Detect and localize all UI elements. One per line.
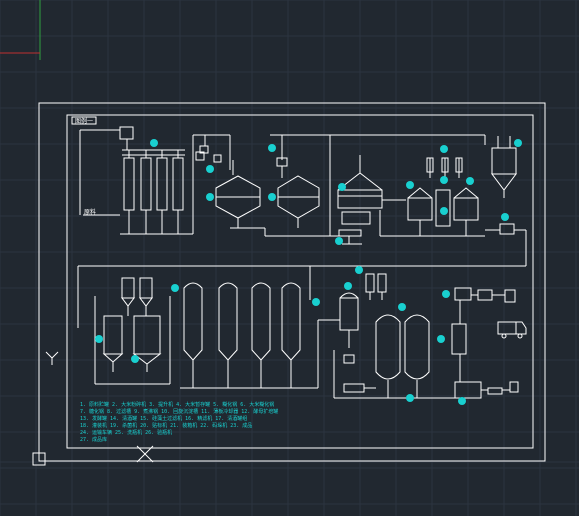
equipment-tag-marker bbox=[501, 213, 509, 221]
legend-line: 7. 糖化锅 8. 过滤槽 9. 煮沸锅 10. 回旋沉淀槽 11. 薄板冷却器… bbox=[80, 408, 278, 415]
equipment-tag-marker bbox=[344, 282, 352, 290]
equipment-tag-marker bbox=[171, 284, 179, 292]
equipment-tag-marker bbox=[406, 394, 414, 402]
equipment-tag-marker bbox=[206, 165, 214, 173]
equipment-tag-marker bbox=[440, 207, 448, 215]
legend-line: 18. 灌装机 19. 杀菌机 20. 贴标机 21. 装箱机 22. 码垛机 … bbox=[80, 422, 252, 429]
cooker-vessel-2 bbox=[277, 175, 320, 228]
plate-cooler bbox=[499, 223, 515, 235]
legend-line: 27. 成品库 bbox=[80, 436, 107, 443]
equipment-tag-marker bbox=[268, 144, 276, 152]
packaging-line bbox=[451, 287, 527, 399]
equipment-tag-marker bbox=[442, 290, 450, 298]
ucs-icon bbox=[45, 351, 59, 365]
diatomite-filter bbox=[339, 273, 387, 393]
cooker-vessel-1 bbox=[215, 175, 261, 228]
equipment-tag-marker bbox=[95, 335, 103, 343]
equipment-tags bbox=[95, 139, 522, 405]
equipment-tag-marker bbox=[268, 193, 276, 201]
equipment-tag-marker bbox=[406, 181, 414, 189]
equipment-tag-marker bbox=[150, 139, 158, 147]
equipment-tag-marker bbox=[398, 303, 406, 311]
equipment-tag-marker bbox=[335, 237, 343, 245]
equipment-legend: 1. 原料贮罐 2. 大米粉碎机 3. 提升机 4. 大米暂存罐 5. 糊化锅 … bbox=[80, 401, 278, 443]
equipment-tag-marker bbox=[355, 266, 363, 274]
cad-viewport[interactable]: 图例一 原料 1. 原料贮罐 2. 大米粉碎机 3. 提升机 4. 大米暂存罐 … bbox=[0, 0, 579, 516]
yeast-propagation-tanks bbox=[94, 277, 171, 385]
lower-process-section bbox=[94, 266, 527, 399]
elevator-box bbox=[119, 126, 134, 140]
equipment-tag-marker bbox=[466, 177, 474, 185]
equipment-tag-marker bbox=[206, 193, 214, 201]
equipment-tag-marker bbox=[338, 183, 346, 191]
equipment-tag-marker bbox=[440, 145, 448, 153]
equipment-tag-marker bbox=[440, 176, 448, 184]
legend-line: 13. 发酵罐 14. 清酒罐 15. 硅藻土过滤机 16. 精滤机 17. 清… bbox=[80, 415, 247, 422]
raw-material-silos bbox=[123, 150, 184, 234]
title-block-text: 图例一 bbox=[75, 117, 93, 125]
equipment-tag-marker bbox=[131, 355, 139, 363]
fermentation-tanks bbox=[183, 282, 301, 388]
equipment-tag-marker bbox=[458, 397, 466, 405]
cad-drawing-canvas[interactable]: 图例一 原料 1. 原料贮罐 2. 大米粉碎机 3. 提升机 4. 大米暂存罐 … bbox=[0, 0, 579, 516]
legend-line: 1. 原料贮罐 2. 大米粉碎机 3. 提升机 4. 大米暂存罐 5. 糊化锅 … bbox=[80, 401, 274, 408]
equipment-tag-marker bbox=[437, 335, 445, 343]
equipment-tag-marker bbox=[514, 139, 522, 147]
equipment-tag-marker bbox=[312, 298, 320, 306]
legend-line: 24. 运输车辆 25. 洗瓶机 26. 验瓶机 bbox=[80, 429, 172, 436]
bright-beer-tanks bbox=[375, 314, 430, 398]
